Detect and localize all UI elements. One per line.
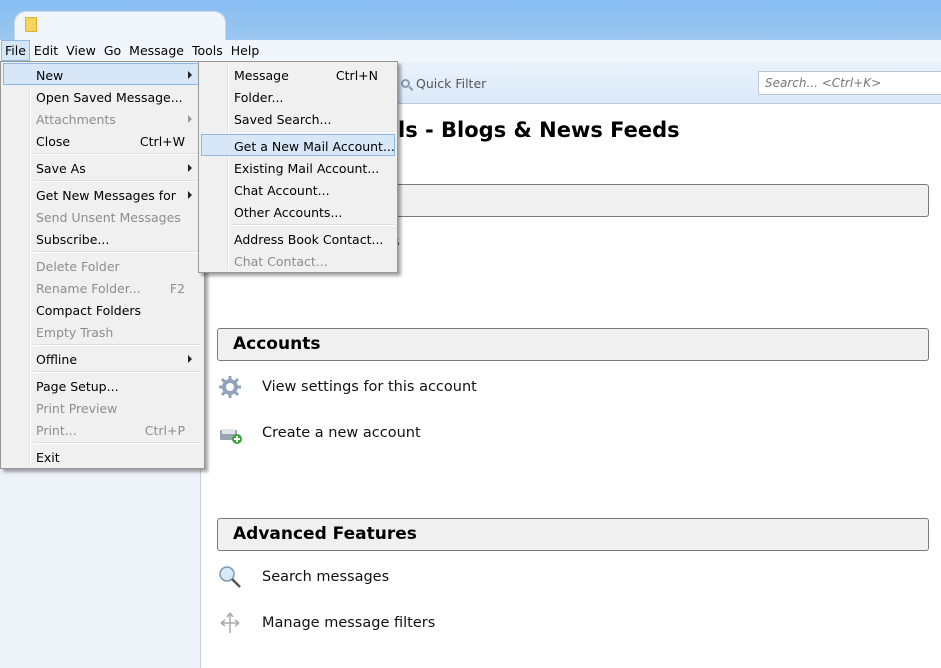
- search-icon: [401, 79, 410, 88]
- menu-item-print-preview[interactable]: Print Preview: [3, 396, 202, 418]
- menu-item-label: Close: [36, 134, 71, 149]
- submenu-arrow-icon: [188, 355, 192, 363]
- menu-item-label: Existing Mail Account...: [234, 161, 380, 176]
- menu-item-label: Get New Messages for: [36, 188, 176, 203]
- menu-item-label: Rename Folder...: [36, 281, 141, 296]
- menu-item-label: Get a New Mail Account...: [234, 139, 395, 154]
- quick-filter-label: Quick Filter: [416, 76, 487, 91]
- menu-help[interactable]: Help: [227, 40, 264, 61]
- menu-message[interactable]: Message: [125, 40, 188, 61]
- menu-item-label: Delete Folder: [36, 259, 120, 274]
- magnifier-icon: [217, 564, 243, 590]
- menu-item-get-a-new-mail-account[interactable]: Get a New Mail Account...: [201, 134, 395, 156]
- folder-icon: [25, 17, 37, 32]
- menu-item-label: Empty Trash: [36, 325, 114, 340]
- menu-item-new[interactable]: New: [3, 63, 202, 85]
- menu-item-message[interactable]: Message Ctrl+N: [201, 63, 395, 85]
- menu-item-label: Folder...: [234, 90, 284, 105]
- menu-item-send-unsent-messages[interactable]: Send Unsent Messages: [3, 205, 202, 227]
- menu-item-folder[interactable]: Folder...: [201, 85, 395, 107]
- search-input[interactable]: Search... <Ctrl+K>: [758, 71, 941, 95]
- row-label: Create a new account: [262, 425, 421, 441]
- menu-item-attachments[interactable]: Attachments: [3, 107, 202, 129]
- menu-view[interactable]: View: [62, 40, 100, 61]
- manage-filters-link[interactable]: Manage message filters: [217, 610, 435, 636]
- menu-item-empty-trash[interactable]: Empty Trash: [3, 320, 202, 342]
- shortcut-label: Ctrl+P: [144, 423, 185, 438]
- menu-item-label: Save As: [36, 161, 86, 176]
- menu-item-chat-contact[interactable]: Chat Contact...: [201, 249, 395, 271]
- menu-item-open-saved-message[interactable]: Open Saved Message...: [3, 85, 202, 107]
- menu-item-page-setup[interactable]: Page Setup...: [3, 374, 202, 396]
- quick-filter-button[interactable]: Quick Filter: [401, 76, 486, 91]
- section-title: Advanced Features: [233, 524, 417, 544]
- menu-item-label: New: [36, 68, 64, 83]
- menu-item-print[interactable]: Print... Ctrl+P: [3, 418, 202, 440]
- row-label: View settings for this account: [262, 379, 477, 395]
- menu-item-subscribe[interactable]: Subscribe...: [3, 227, 202, 249]
- row-label: Manage message filters: [262, 615, 436, 631]
- section-title: Accounts: [233, 334, 321, 354]
- menu-item-address-book-contact[interactable]: Address Book Contact...: [201, 227, 395, 249]
- menu-item-rename-folder[interactable]: Rename Folder... F2: [3, 276, 202, 298]
- menu-item-label: Print...: [36, 423, 77, 438]
- shortcut-label: F2: [169, 281, 185, 296]
- menu-item-other-accounts[interactable]: Other Accounts...: [201, 200, 395, 222]
- submenu-arrow-icon: [188, 164, 192, 172]
- new-submenu: Message Ctrl+N Folder... Saved Search... Get…: [198, 61, 398, 273]
- search-messages-link[interactable]: Search messages: [217, 564, 389, 590]
- menu-tools[interactable]: Tools: [188, 40, 227, 61]
- menu-item-chat-account[interactable]: Chat Account...: [201, 178, 395, 200]
- menu-item-label: Other Accounts...: [234, 205, 343, 220]
- menu-item-label: Message: [234, 68, 289, 83]
- menu-item-save-as[interactable]: Save As: [3, 156, 202, 178]
- file-menu: New Open Saved Message... Attachments Close…: [0, 61, 205, 469]
- filter-icon: [217, 610, 243, 636]
- submenu-arrow-icon: [188, 191, 192, 199]
- submenu-arrow-icon: [188, 115, 192, 123]
- section-advanced-features: Advanced Features: [217, 518, 929, 551]
- menu-item-close[interactable]: Close Ctrl+W: [3, 129, 202, 151]
- menu-item-get-new-messages-for[interactable]: Get New Messages for: [3, 183, 202, 205]
- menu-item-saved-search[interactable]: Saved Search...: [201, 107, 395, 129]
- row-label: Search messages: [262, 569, 390, 585]
- menu-item-label: Page Setup...: [36, 379, 119, 394]
- menu-item-label: Subscribe...: [36, 232, 110, 247]
- menu-file[interactable]: File: [1, 40, 30, 61]
- menu-go[interactable]: Go: [100, 40, 125, 61]
- menu-item-label: Offline: [36, 352, 78, 367]
- menu-item-label: Saved Search...: [234, 112, 332, 127]
- title-bar: [0, 0, 941, 41]
- menu-item-label: Chat Contact...: [234, 254, 328, 269]
- section-accounts: Accounts: [217, 328, 929, 361]
- menu-item-label: Send Unsent Messages: [36, 210, 181, 225]
- view-settings-link[interactable]: View settings for this account: [217, 374, 477, 400]
- menu-bar: File Edit View Go Message Tools Help: [0, 40, 941, 62]
- shortcut-label: Ctrl+N: [335, 68, 378, 83]
- new-account-icon: [217, 420, 243, 446]
- gear-icon: [217, 374, 243, 400]
- menu-item-label: Exit: [36, 450, 60, 465]
- menu-item-label: Chat Account...: [234, 183, 330, 198]
- menu-item-exit[interactable]: Exit: [3, 445, 202, 467]
- menu-item-label: Open Saved Message...: [36, 90, 183, 105]
- folder-tab[interactable]: [14, 11, 226, 41]
- menu-item-offline[interactable]: Offline: [3, 347, 202, 369]
- menu-edit[interactable]: Edit: [30, 40, 62, 61]
- create-account-link[interactable]: Create a new account: [217, 420, 421, 446]
- submenu-arrow-icon: [188, 71, 192, 79]
- menu-item-delete-folder[interactable]: Delete Folder: [3, 254, 202, 276]
- menu-item-label: Address Book Contact...: [234, 232, 384, 247]
- menu-item-label: Compact Folders: [36, 303, 142, 318]
- menu-item-label: Print Preview: [36, 401, 118, 416]
- shortcut-label: Ctrl+W: [139, 134, 185, 149]
- menu-item-compact-folders[interactable]: Compact Folders: [3, 298, 202, 320]
- menu-item-label: Attachments: [36, 112, 116, 127]
- menu-item-existing-mail-account[interactable]: Existing Mail Account...: [201, 156, 395, 178]
- page-title: ls - Blogs & News Feeds: [398, 118, 680, 142]
